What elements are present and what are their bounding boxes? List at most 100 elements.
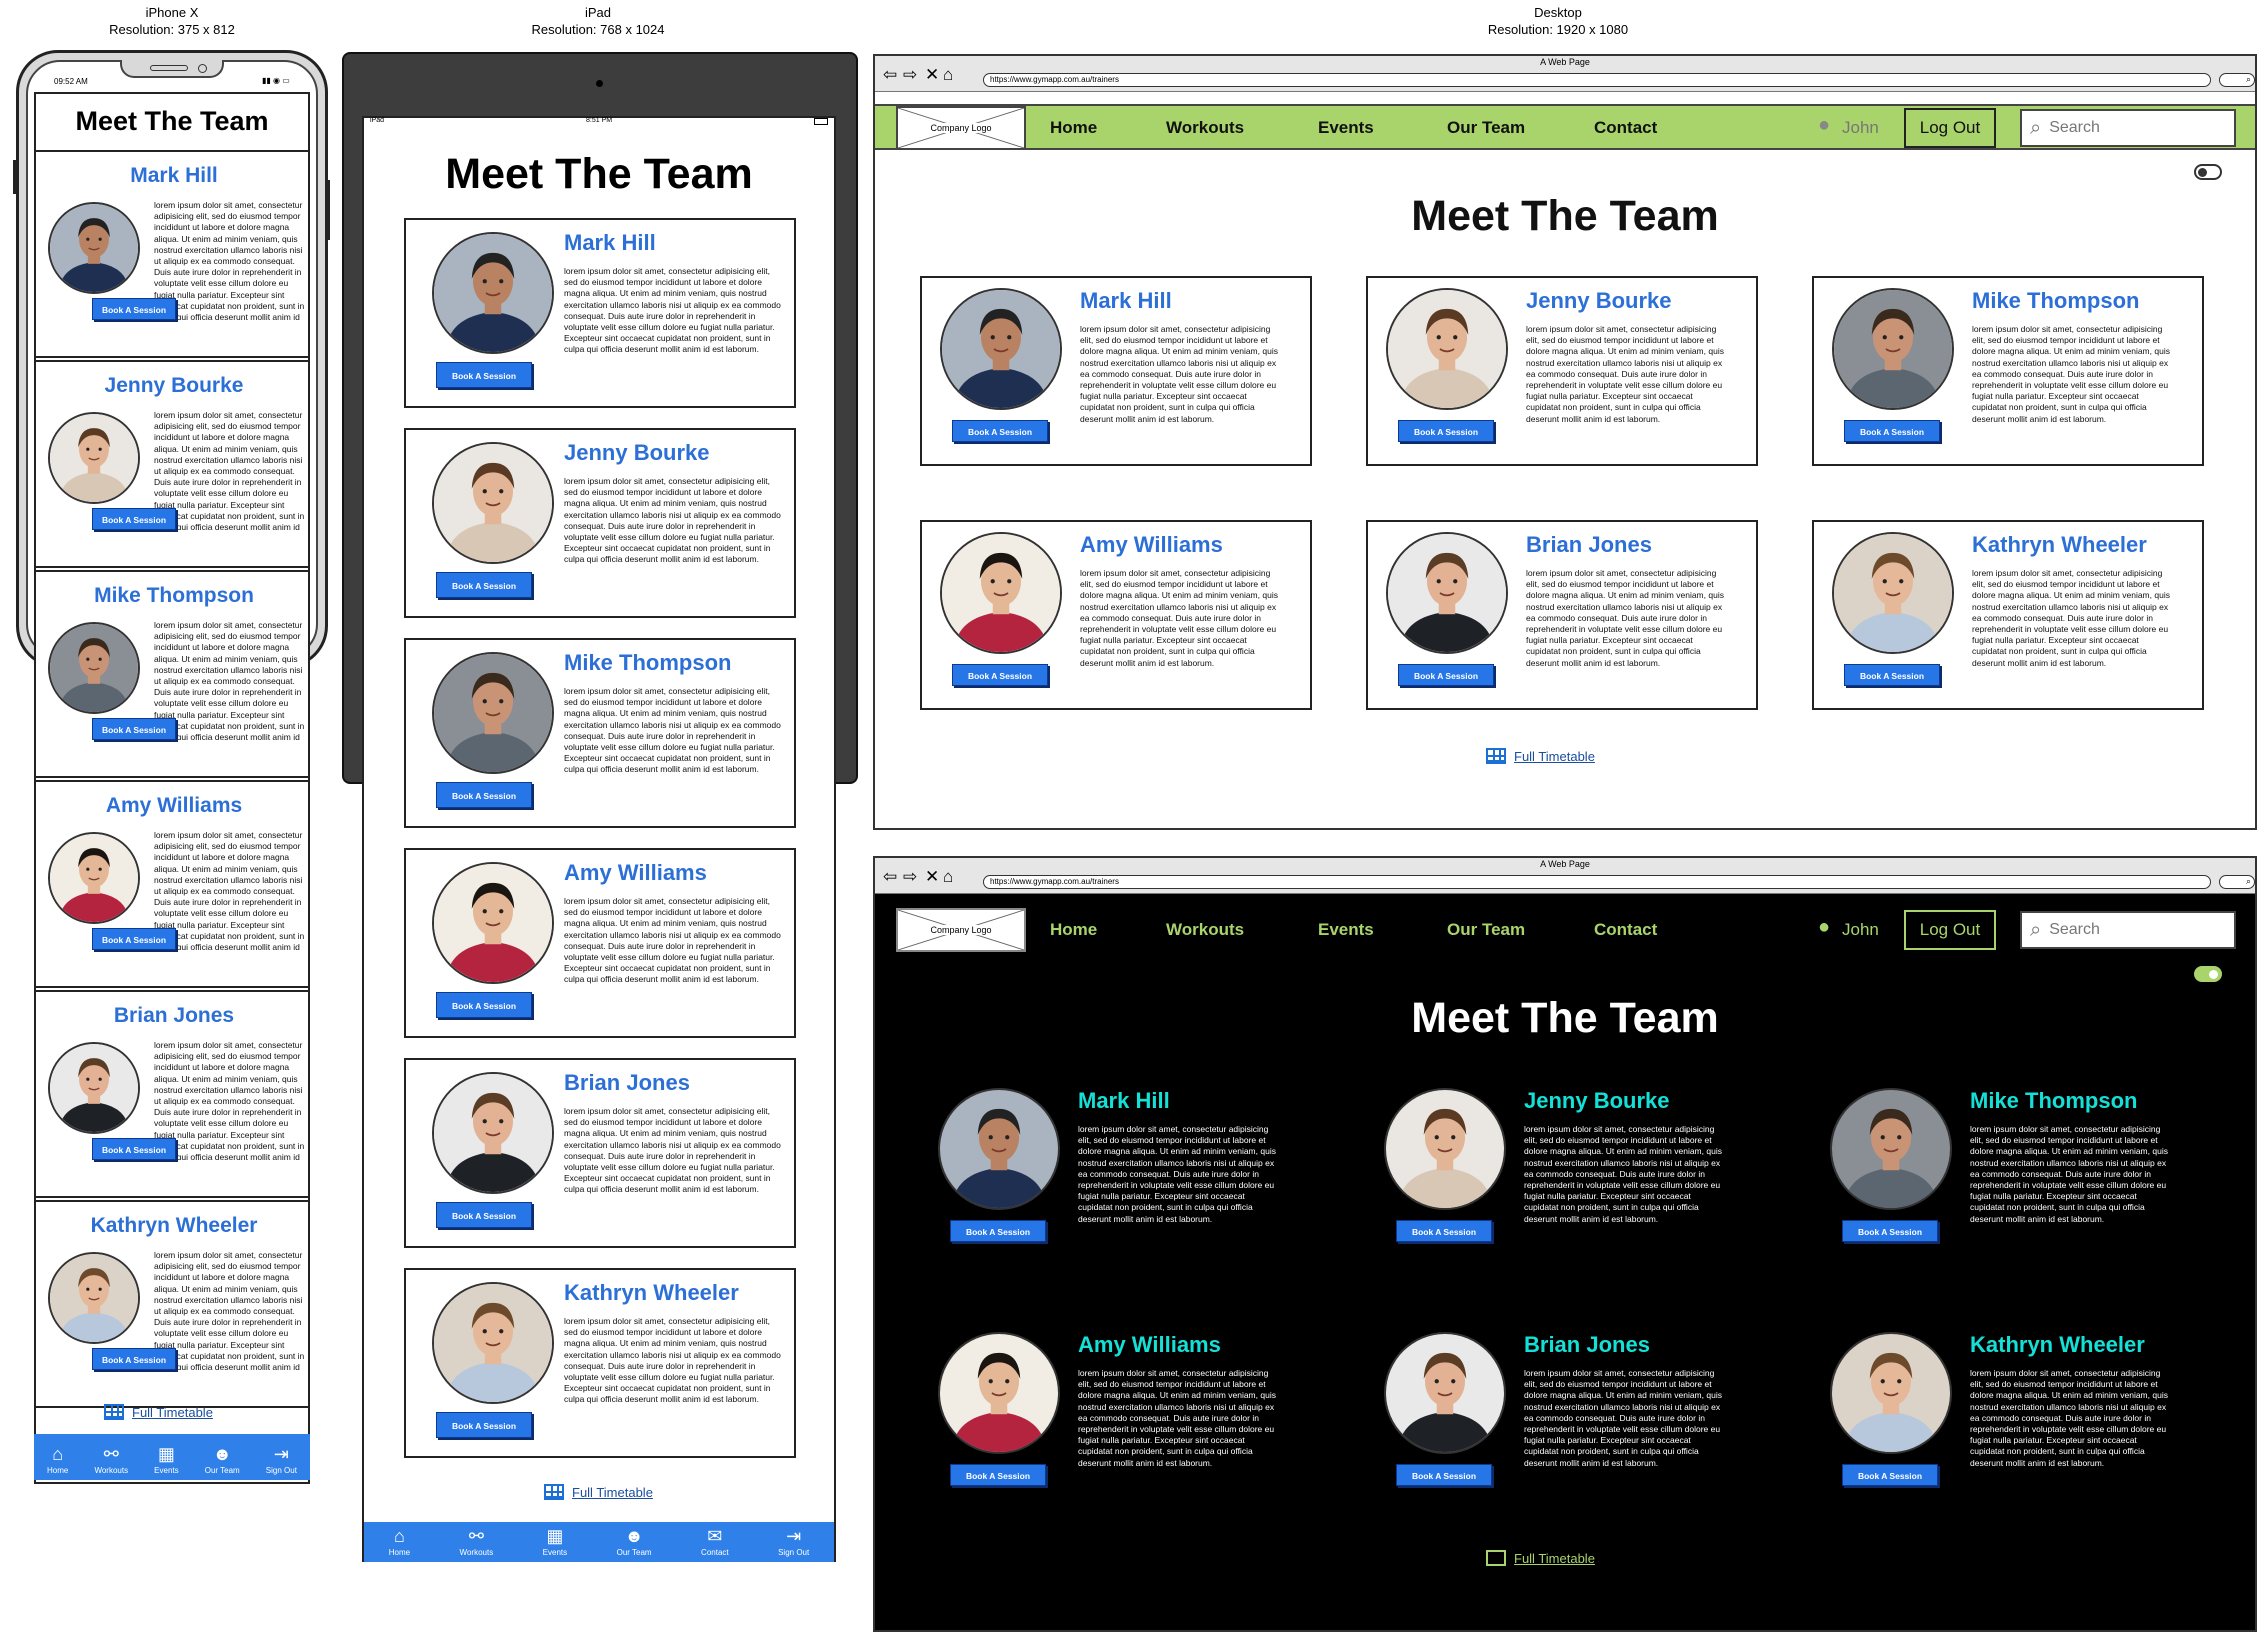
nav-workouts[interactable]: Workouts bbox=[1166, 920, 1244, 940]
book-session-button[interactable]: Book A Session bbox=[436, 992, 532, 1018]
trainer-photo bbox=[940, 532, 1062, 654]
trainer-bio: lorem ipsum dolor sit amet, consectetur … bbox=[1078, 1124, 1276, 1224]
nav-home[interactable]: Home bbox=[1050, 118, 1097, 138]
book-session-button[interactable]: Book A Session bbox=[1396, 1220, 1492, 1242]
trainer-bio: lorem ipsum dolor sit amet, consectetur … bbox=[1526, 324, 1724, 424]
iphone-timetable-link[interactable]: Full Timetable bbox=[104, 1404, 213, 1420]
book-session-button[interactable]: Book A Session bbox=[436, 572, 532, 598]
trainer-photo bbox=[938, 1332, 1060, 1454]
close-icon[interactable]: ✕ bbox=[925, 66, 939, 84]
trainer-bio: lorem ipsum dolor sit amet, consectetur … bbox=[154, 200, 305, 320]
desktop-dark-trainer-card: Brian Jones lorem ipsum dolor sit amet, c… bbox=[1366, 1322, 1758, 1512]
desktop-timetable-text[interactable]: Full Timetable bbox=[1514, 1551, 1595, 1566]
tab-our-team[interactable]: ☻ Our Team bbox=[617, 1526, 652, 1557]
iphone-page-title: Meet The Team bbox=[75, 106, 269, 136]
logo-text: Company Logo bbox=[928, 123, 994, 133]
url-bar[interactable]: https://www.gymapp.com.au/trainers bbox=[983, 73, 2211, 87]
book-session-button[interactable]: Book A Session bbox=[1398, 420, 1494, 442]
tab-label: Our Team bbox=[616, 1548, 652, 1557]
book-session-button[interactable]: Book A Session bbox=[92, 298, 176, 320]
tab-home[interactable]: ⌂ Home bbox=[47, 1444, 68, 1475]
trainer-photo bbox=[48, 1252, 140, 1344]
user-name[interactable]: John bbox=[1842, 118, 1879, 138]
tab-sign-out[interactable]: ⇥ Sign Out bbox=[778, 1526, 809, 1557]
tab-workouts[interactable]: ⚯ Workouts bbox=[460, 1526, 494, 1557]
nav-our-team[interactable]: Our Team bbox=[1447, 118, 1525, 138]
book-session-button[interactable]: Book A Session bbox=[950, 1464, 1046, 1486]
forward-icon[interactable]: ⇨ bbox=[903, 868, 917, 886]
desktop-dark-trainer-card: Kathryn Wheeler lorem ipsum dolor sit ame… bbox=[1812, 1322, 2204, 1512]
book-session-button[interactable]: Book A Session bbox=[436, 1412, 532, 1438]
book-session-button[interactable]: Book A Session bbox=[92, 718, 176, 740]
book-session-button[interactable]: Book A Session bbox=[92, 928, 176, 950]
user-icon: ● bbox=[1818, 114, 1831, 136]
book-session-button[interactable]: Book A Session bbox=[950, 1220, 1046, 1242]
ipad-camera bbox=[596, 80, 603, 87]
book-session-button[interactable]: Book A Session bbox=[952, 664, 1048, 686]
tab-label: Events bbox=[542, 1548, 568, 1557]
book-session-button[interactable]: Book A Session bbox=[436, 1202, 532, 1228]
user-name[interactable]: John bbox=[1842, 920, 1879, 940]
url-bar[interactable]: https://www.gymapp.com.au/trainers bbox=[983, 875, 2211, 889]
nav-events[interactable]: Events bbox=[1318, 118, 1374, 138]
iphone-caption: iPhone X Resolution: 375 x 812 bbox=[22, 4, 322, 38]
book-session-button[interactable]: Book A Session bbox=[92, 1348, 176, 1370]
browser-search-icon[interactable]: ⌕ bbox=[2219, 875, 2255, 889]
tab-contact[interactable]: ✉ Contact bbox=[701, 1526, 729, 1557]
book-session-button[interactable]: Book A Session bbox=[436, 782, 532, 808]
desktop-timetable-link[interactable]: Full Timetable bbox=[1486, 1550, 1595, 1566]
home-icon[interactable]: ⌂ bbox=[943, 868, 953, 886]
book-session-button[interactable]: Book A Session bbox=[92, 1138, 176, 1160]
desktop-timetable-text[interactable]: Full Timetable bbox=[1514, 749, 1595, 764]
search-input[interactable]: ⌕ Search bbox=[2020, 109, 2236, 147]
ipad-resolution-label: Resolution: 768 x 1024 bbox=[531, 22, 665, 37]
book-session-button[interactable]: Book A Session bbox=[1842, 1464, 1938, 1486]
tab-our-team[interactable]: ☻ Our Team bbox=[205, 1444, 240, 1475]
nav-workouts[interactable]: Workouts bbox=[1166, 118, 1244, 138]
logout-button[interactable]: Log Out bbox=[1904, 108, 1996, 148]
ipad-device-label: iPad bbox=[584, 5, 612, 20]
forward-icon[interactable]: ⇨ bbox=[903, 66, 917, 84]
book-session-button[interactable]: Book A Session bbox=[1844, 420, 1940, 442]
tab-events[interactable]: ▦ Events bbox=[154, 1444, 178, 1475]
close-icon[interactable]: ✕ bbox=[925, 868, 939, 886]
book-session-button[interactable]: Book A Session bbox=[1398, 664, 1494, 686]
ipad-timetable-text[interactable]: Full Timetable bbox=[572, 1485, 653, 1500]
browser-search-icon[interactable]: ⌕ bbox=[2219, 73, 2255, 87]
book-session-button[interactable]: Book A Session bbox=[92, 508, 176, 530]
nav-contact[interactable]: Contact bbox=[1594, 118, 1657, 138]
nav-events[interactable]: Events bbox=[1318, 920, 1374, 940]
trainer-name: Kathryn Wheeler bbox=[90, 1214, 258, 1237]
logout-button[interactable]: Log Out bbox=[1904, 910, 1996, 950]
desktop-timetable-link[interactable]: Full Timetable bbox=[1486, 748, 1595, 764]
company-logo[interactable]: Company Logo bbox=[896, 908, 1026, 952]
back-icon[interactable]: ⇦ bbox=[883, 66, 897, 84]
ipad-trainer-card: Kathryn Wheeler lorem ipsum dolor sit ame… bbox=[404, 1268, 796, 1458]
ipad-timetable-link[interactable]: Full Timetable bbox=[544, 1484, 653, 1500]
search-input[interactable]: ⌕ Search bbox=[2020, 911, 2236, 949]
nav-home[interactable]: Home bbox=[1050, 920, 1097, 940]
book-session-button[interactable]: Book A Session bbox=[1844, 664, 1940, 686]
tab-workouts[interactable]: ⚯ Workouts bbox=[94, 1444, 128, 1475]
trainer-bio: lorem ipsum dolor sit amet, consectetur … bbox=[154, 620, 305, 740]
tab-events[interactable]: ▦ Events bbox=[543, 1526, 567, 1557]
home-icon: ⌂ bbox=[393, 1526, 405, 1546]
nav-our-team[interactable]: Our Team bbox=[1447, 920, 1525, 940]
nav-contact[interactable]: Contact bbox=[1594, 920, 1657, 940]
tab-home[interactable]: ⌂ Home bbox=[389, 1526, 410, 1557]
iphone-timetable-text[interactable]: Full Timetable bbox=[132, 1405, 213, 1420]
company-logo[interactable]: Company Logo bbox=[896, 106, 1026, 150]
trainer-bio: lorem ipsum dolor sit amet, consectetur … bbox=[564, 686, 781, 775]
dark-mode-toggle[interactable] bbox=[2194, 164, 2222, 180]
home-icon[interactable]: ⌂ bbox=[943, 66, 953, 84]
book-session-button[interactable]: Book A Session bbox=[436, 362, 532, 388]
book-session-button[interactable]: Book A Session bbox=[1842, 1220, 1938, 1242]
trainer-name: Mike Thompson bbox=[1972, 288, 2140, 313]
dark-mode-toggle[interactable] bbox=[2194, 966, 2222, 982]
tab-sign-out[interactable]: ⇥ Sign Out bbox=[266, 1444, 297, 1475]
trainer-photo bbox=[48, 622, 140, 714]
book-session-button[interactable]: Book A Session bbox=[952, 420, 1048, 442]
back-icon[interactable]: ⇦ bbox=[883, 868, 897, 886]
desktop-caption: Desktop Resolution: 1920 x 1080 bbox=[1408, 4, 1708, 38]
book-session-button[interactable]: Book A Session bbox=[1396, 1464, 1492, 1486]
